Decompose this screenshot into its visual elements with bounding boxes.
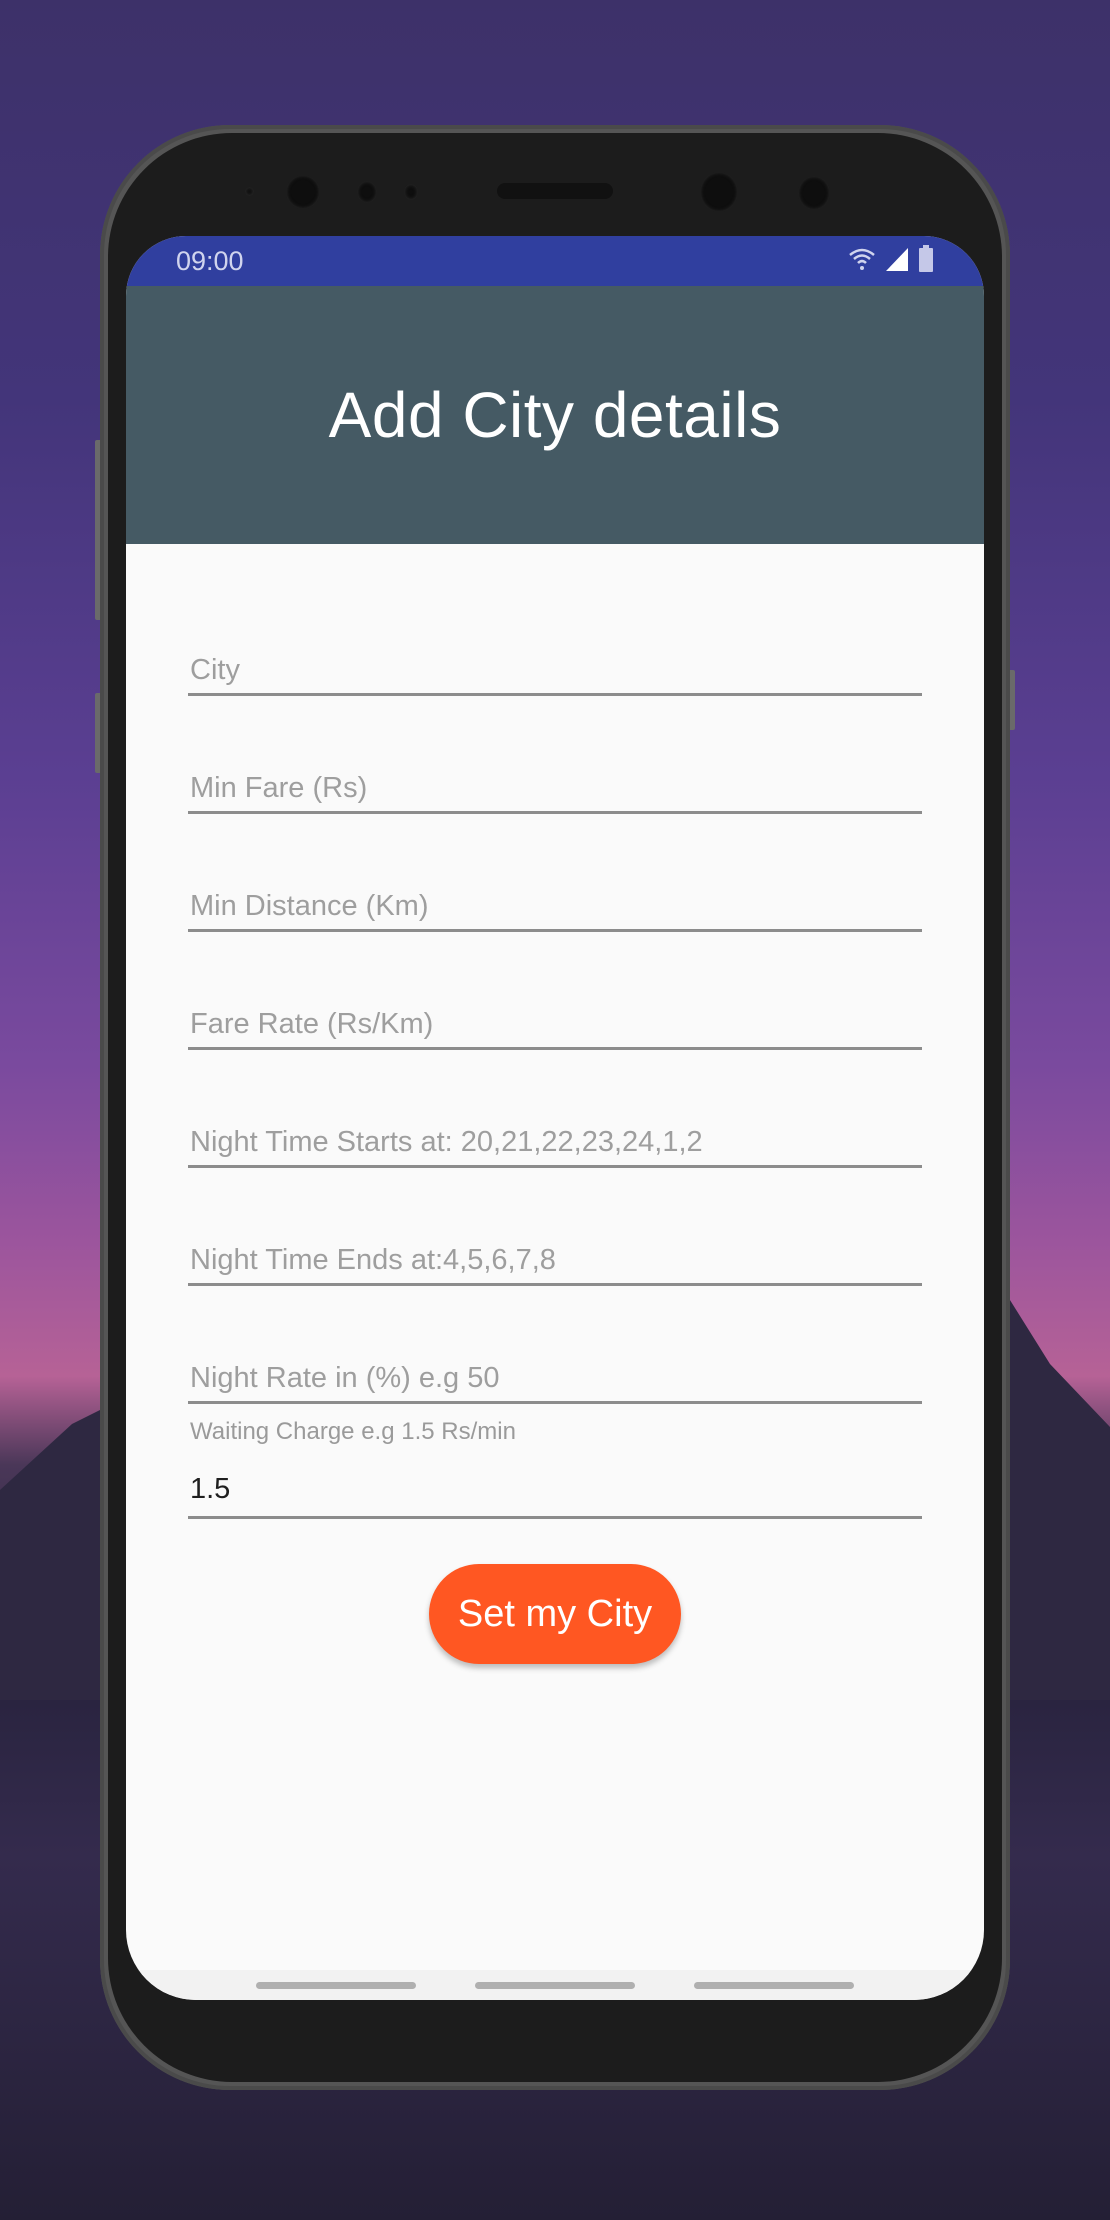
min-fare-field <box>188 696 922 814</box>
night-start-field <box>188 1050 922 1168</box>
app-header: Add City details <box>126 286 984 544</box>
waiting-charge-input[interactable] <box>188 1473 922 1506</box>
page-title: Add City details <box>328 379 782 451</box>
fare-rate-input[interactable] <box>188 1008 922 1041</box>
night-end-field <box>188 1168 922 1286</box>
signal-icon <box>884 246 910 277</box>
waiting-charge-label: Waiting Charge e.g 1.5 Rs/min <box>190 1418 516 1445</box>
city-field <box>188 544 922 696</box>
nav-handle-center[interactable] <box>474 1981 635 1989</box>
set-my-city-button[interactable]: Set my City <box>429 1564 681 1664</box>
nav-handle-left[interactable] <box>255 1981 416 1989</box>
nav-handle-right[interactable] <box>694 1981 855 1989</box>
min-fare-input[interactable] <box>188 772 922 805</box>
fare-rate-field <box>188 932 922 1050</box>
wifi-icon <box>848 246 876 277</box>
night-end-input[interactable] <box>188 1244 922 1277</box>
night-rate-field <box>188 1286 922 1404</box>
earpiece-speaker <box>497 183 613 199</box>
app-screen: 09:00 Add City details City Min Fare (Rs… <box>126 236 984 2000</box>
waiting-charge-field: Waiting Charge e.g 1.5 Rs/min <box>188 1404 922 1519</box>
min-distance-field <box>188 814 922 932</box>
front-camera-icon <box>286 175 320 209</box>
min-distance-input[interactable] <box>188 890 922 923</box>
status-icons <box>848 244 934 278</box>
night-start-input[interactable] <box>188 1126 922 1159</box>
battery-icon <box>918 244 934 278</box>
sensor-icon <box>245 187 254 196</box>
button-container: Set my City <box>188 1564 922 1664</box>
camera-icon <box>700 172 738 212</box>
sensor-icon <box>404 184 418 200</box>
camera-icon <box>798 176 830 210</box>
night-rate-input[interactable] <box>188 1362 922 1395</box>
city-form: Waiting Charge e.g 1.5 Rs/min Set my Cit… <box>126 544 984 1664</box>
status-time: 09:00 <box>176 245 244 276</box>
status-bar: 09:00 <box>126 236 984 286</box>
city-input[interactable] <box>188 654 922 687</box>
sensor-icon <box>357 181 377 203</box>
gesture-nav-bar <box>126 1970 984 2000</box>
